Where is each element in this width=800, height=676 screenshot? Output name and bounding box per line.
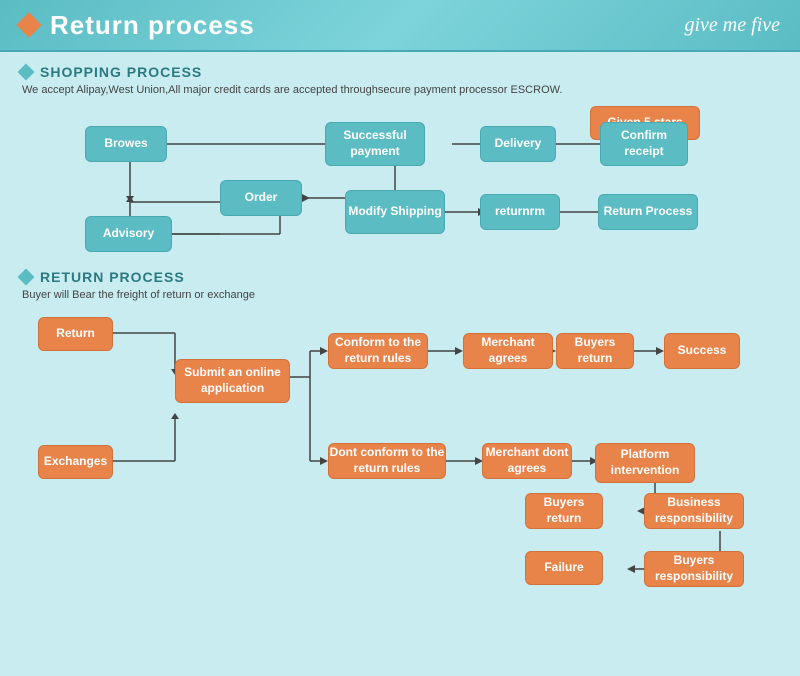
box-exchanges: Exchanges (38, 445, 113, 479)
box-submit-online: Submit an online application (175, 359, 290, 403)
box-successful-payment: Successful payment (325, 122, 425, 166)
return-diamond (18, 269, 35, 286)
box-business-resp: Business responsibility (644, 493, 744, 529)
shopping-description: We accept Alipay,West Union,All major cr… (22, 84, 780, 96)
box-modify-shipping: Modify Shipping (345, 190, 445, 234)
box-advisory: Advisory (85, 216, 172, 252)
brand-text: give me five (685, 14, 781, 37)
header-title: Return process (50, 10, 255, 41)
return-title: RETURN PROCESS (40, 269, 185, 285)
box-platform: Platform intervention (595, 443, 695, 483)
shopping-diamond (18, 64, 35, 81)
box-returnrm: returnrm (480, 194, 560, 230)
box-confirm-receipt: Confirm receipt (600, 122, 688, 166)
box-buyers-return-1: Buyers return (556, 333, 634, 369)
box-return: Return (38, 317, 113, 351)
header: Return process give me five (0, 0, 800, 52)
box-buyers-resp: Buyers responsibility (644, 551, 744, 587)
box-order: Order (220, 180, 302, 216)
box-merchant-dont: Merchant dont agrees (482, 443, 572, 479)
box-merchant-agrees: Merchant agrees (463, 333, 553, 369)
header-diamond (16, 12, 41, 37)
box-success: Success (664, 333, 740, 369)
box-return-process: Return Process (598, 194, 698, 230)
box-buyers-return-2: Buyers return (525, 493, 603, 529)
shopping-section: SHOPPING PROCESS We accept Alipay,West U… (20, 64, 780, 261)
box-browes: Browes (85, 126, 167, 162)
box-dont-conform: Dont conform to the return rules (328, 443, 446, 479)
box-failure: Failure (525, 551, 603, 585)
box-conform-rules: Conform to the return rules (328, 333, 428, 369)
return-description: Buyer will Bear the freight of return or… (22, 289, 780, 301)
shopping-title: SHOPPING PROCESS (40, 64, 202, 80)
return-section: RETURN PROCESS Buyer will Bear the freig… (20, 269, 780, 601)
box-delivery: Delivery (480, 126, 556, 162)
